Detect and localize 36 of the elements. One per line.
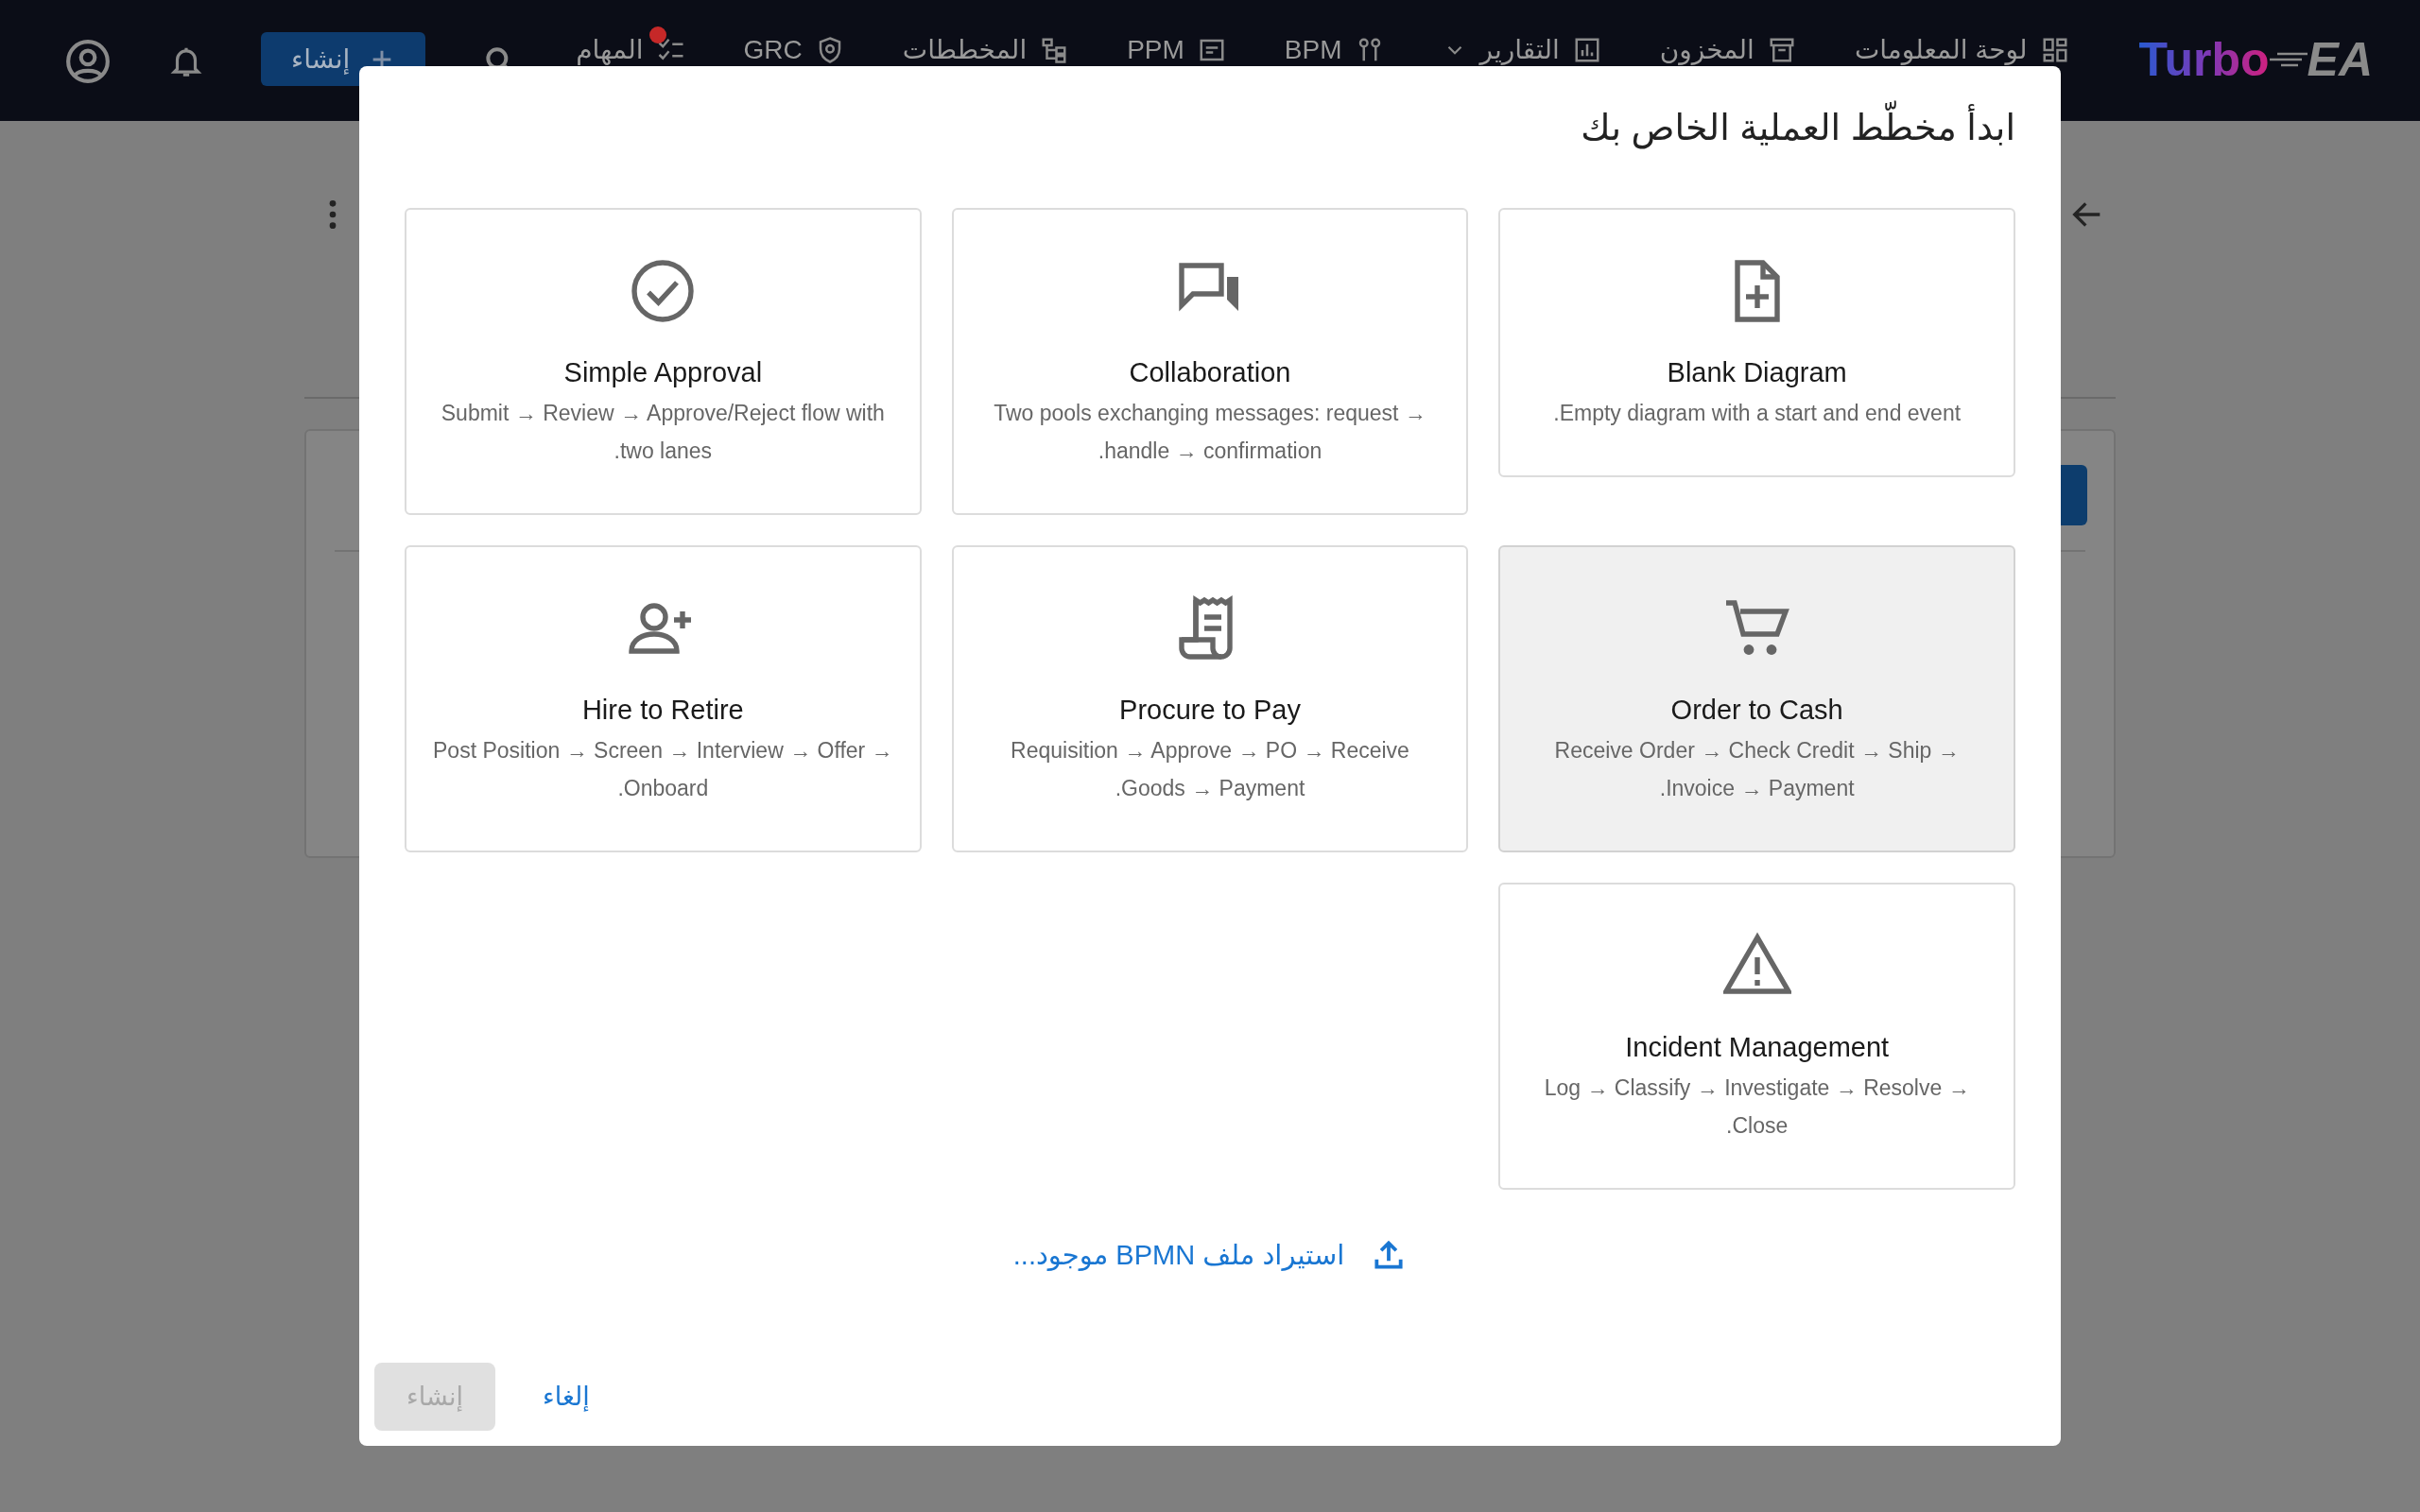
template-description: Submit → Review → Approve/Reject flow with two lanes.	[440, 400, 886, 465]
template-card[interactable]: Procure to Pay Requisition → Approve → PO → Receive Goods → Payment.	[951, 545, 1469, 852]
template-title: Collaboration	[1129, 357, 1291, 388]
template-card[interactable]: Hire to Retire Post Position → Screen → Interview → Offer → Onboard.	[405, 545, 922, 852]
nav-link[interactable]: المهام	[576, 23, 695, 66]
nav-link[interactable]: المخزون	[1659, 23, 1806, 66]
template-card[interactable]: Order to Cash Receive Order → Check Credit → Ship → Invoice → Payment.	[1498, 545, 2015, 852]
template-description: Requisition → Approve → PO → Receive Goods → Payment.	[1010, 737, 1410, 802]
template-title: Blank Diagram	[1667, 357, 1847, 388]
import-link[interactable]: استيراد ملف BPMN موجود...	[1012, 1237, 1408, 1273]
template-description: Post Position → Screen → Interview → Offer → Onboard.	[432, 737, 894, 802]
nav-link[interactable]: لوحة المعلومات	[1854, 23, 2079, 66]
nav-link[interactable]: التقارير	[1442, 23, 1611, 66]
template-description: Receive Order → Check Credit → Ship → Invoice → Payment.	[1553, 737, 1961, 802]
template-title: Simple Approval	[563, 357, 763, 388]
logo-text: EA	[2307, 32, 2373, 87]
nav-link[interactable]: المخططات	[902, 23, 1079, 66]
template-description: Two pools exchanging messages: request → handle → confirmation.	[993, 400, 1427, 465]
nav-link[interactable]: BPM	[1284, 23, 1393, 66]
template-description: Empty diagram with a start and end event.	[1553, 400, 1962, 427]
template-card[interactable]: Simple Approval Submit → Review → Approve/Reject flow with two lanes.	[405, 208, 922, 515]
logo[interactable]: Turbo EA	[2138, 32, 2373, 87]
dialog-title: ابدأ مخطّط العملية الخاص بك	[405, 94, 2015, 161]
template-title: Order to Cash	[1670, 695, 1843, 726]
template-title: Incident Management	[1625, 1032, 1890, 1063]
template-card[interactable]: Blank Diagram Empty diagram with a start and end event.	[1498, 208, 2015, 477]
template-description: Log → Classify → Investigate → Resolve → Close.	[1543, 1074, 1971, 1140]
template-card[interactable]: Incident Management Log → Classify → Investigate → Resolve → Close.	[1498, 883, 2015, 1190]
cancel-button[interactable]: إلغاء	[533, 1372, 599, 1421]
account-icon[interactable]	[64, 38, 112, 85]
template-title: Procure to Pay	[1119, 695, 1301, 726]
template-title: Hire to Retire	[581, 695, 744, 726]
nav-link[interactable]: PPM	[1127, 23, 1236, 66]
hierarchy-icon	[1040, 36, 1069, 64]
template-card[interactable]: Collaboration Two pools exchanging messages: request → handle → confirmation.	[951, 208, 1469, 515]
nav-link[interactable]: GRC	[743, 23, 854, 66]
